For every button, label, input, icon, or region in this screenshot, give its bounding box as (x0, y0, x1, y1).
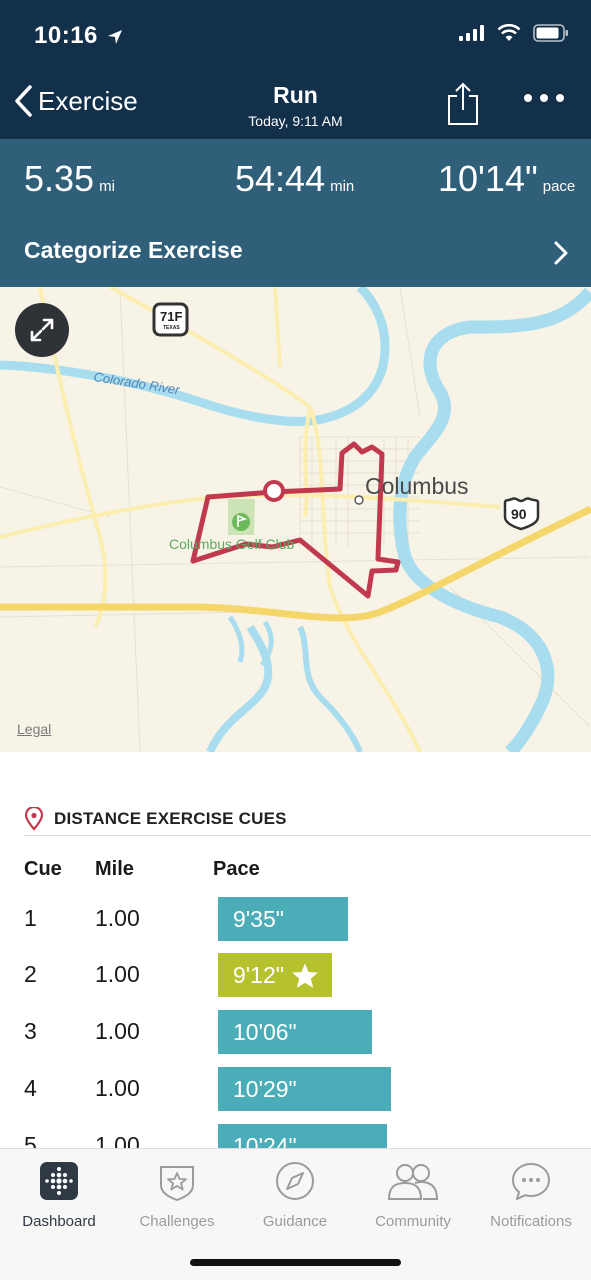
pace-bar: 10'29" (218, 1067, 391, 1111)
cue-mile: 1.00 (95, 961, 140, 987)
cue-number: 5 (24, 1132, 37, 1148)
expand-map-button[interactable] (15, 303, 69, 357)
golf-icon (232, 513, 250, 531)
duration-value: 54:44 (235, 158, 326, 199)
river (0, 287, 591, 752)
cue-row: 4 1.00 10'29" (0, 1067, 591, 1111)
distance-cues-section: DISTANCE EXERCISE CUES Cue Mile Pace 1 1… (0, 752, 591, 1148)
challenges-icon (160, 1166, 194, 1201)
star-icon (292, 963, 318, 988)
pace-value: 10'29" (233, 1075, 297, 1102)
home-indicator (190, 1259, 401, 1266)
more-dot-icon (524, 94, 532, 102)
more-dot-icon (556, 94, 564, 102)
cue-number: 3 (24, 1018, 37, 1044)
pace-value: 10'06" (233, 1018, 297, 1045)
column-header-cue: Cue (24, 858, 62, 880)
stat-pace: 10'14" pace (438, 158, 575, 200)
column-header-mile: Mile (95, 858, 134, 880)
notifications-icon (512, 1163, 550, 1200)
more-dot-icon (540, 94, 548, 102)
map-legal-link[interactable]: Legal (17, 721, 51, 737)
share-button[interactable] (446, 82, 480, 131)
cues-header: DISTANCE EXERCISE CUES (24, 807, 287, 831)
route-map[interactable]: 71F TEXAS 90 Colorado River Columbus Col… (0, 287, 591, 752)
status-icons (459, 24, 569, 42)
location-pin-icon (24, 807, 44, 831)
pace-bar: 9'35" (218, 897, 348, 941)
tab-guidance[interactable]: Guidance (236, 1159, 354, 1230)
pace-value: 10'14" (438, 158, 538, 199)
route-start-marker (263, 480, 285, 502)
tab-label: Community (375, 1213, 451, 1230)
compass-icon (276, 1162, 314, 1200)
run-route (190, 441, 401, 599)
location-arrow-icon (108, 29, 123, 44)
distance-value: 5.35 (24, 158, 95, 199)
city-dot (354, 495, 364, 505)
exercise-stats: 5.35 mi 54:44 min 10'14" pace Categorize… (0, 139, 591, 287)
tab-notifications[interactable]: Notifications (472, 1159, 590, 1230)
chevron-right-icon (554, 241, 568, 265)
stat-duration: 54:44 min (235, 158, 354, 200)
status-bar: 10:16 (0, 0, 591, 70)
cellular-signal-icon (459, 25, 484, 41)
tab-dashboard[interactable]: Dashboard (0, 1159, 118, 1230)
pace-unit: pace (542, 178, 576, 195)
page-subtitle: Today, 9:11 AM (248, 113, 343, 129)
tab-label: Notifications (490, 1213, 572, 1230)
distance-unit: mi (99, 178, 115, 195)
duration-unit: min (330, 178, 355, 195)
tab-label: Challenges (139, 1213, 215, 1230)
cue-row: 5 1.00 10'24" (0, 1124, 591, 1148)
expand-icon (30, 318, 54, 342)
share-icon (448, 82, 478, 125)
cue-row: 3 1.00 10'06" (0, 1010, 591, 1054)
wifi-icon (497, 24, 521, 41)
pace-value: 9'35" (233, 905, 284, 932)
stat-distance: 5.35 mi (24, 158, 115, 200)
city-label: Columbus (365, 473, 469, 499)
cues-divider (24, 835, 591, 836)
tab-challenges[interactable]: Challenges (118, 1159, 236, 1230)
highway-71-label: 71F (160, 309, 183, 324)
tab-label: Guidance (262, 1213, 328, 1230)
cue-row: 2 1.00 9'12" (0, 953, 591, 997)
cue-number: 2 (24, 961, 37, 987)
highway-90-label: 90 (511, 506, 527, 522)
pace-value: 10'24" (233, 1132, 297, 1149)
pace-value: 9'12" (233, 961, 284, 988)
categorize-exercise-button[interactable]: Categorize Exercise (0, 219, 591, 287)
highway-71-state-label: TEXAS (163, 325, 180, 331)
cue-number: 1 (24, 905, 37, 931)
tab-label: Dashboard (22, 1213, 96, 1230)
minor-roads (0, 287, 591, 752)
cue-mile: 1.00 (95, 1075, 140, 1101)
column-header-pace: Pace (213, 858, 260, 880)
status-time-text: 10:16 (34, 22, 98, 49)
pace-bar: 10'06" (218, 1010, 372, 1054)
highway (0, 505, 591, 622)
pace-bar: 10'24" (218, 1124, 387, 1148)
golf-club-label: Columbus Golf Club (169, 536, 295, 552)
battery-icon (533, 24, 568, 42)
map-canvas (0, 287, 591, 752)
pace-bar-best: 9'12" (218, 953, 332, 997)
cue-number: 4 (24, 1075, 37, 1101)
tab-community[interactable]: Community (354, 1159, 472, 1230)
cue-mile: 1.00 (95, 1018, 140, 1044)
cue-row: 1 1.00 9'35" (0, 897, 591, 941)
more-options-button[interactable] (524, 94, 564, 102)
cue-mile: 1.00 (95, 1132, 140, 1148)
dashboard-icon (40, 1162, 78, 1200)
categorize-exercise-label: Categorize Exercise (24, 237, 243, 263)
community-icon (387, 1164, 439, 1200)
cues-title: DISTANCE EXERCISE CUES (54, 809, 287, 828)
cue-mile: 1.00 (95, 905, 140, 931)
nav-bar: Exercise Run Today, 9:11 AM (0, 70, 591, 139)
status-time: 10:16 (34, 22, 123, 50)
page-title: Run (273, 82, 318, 108)
